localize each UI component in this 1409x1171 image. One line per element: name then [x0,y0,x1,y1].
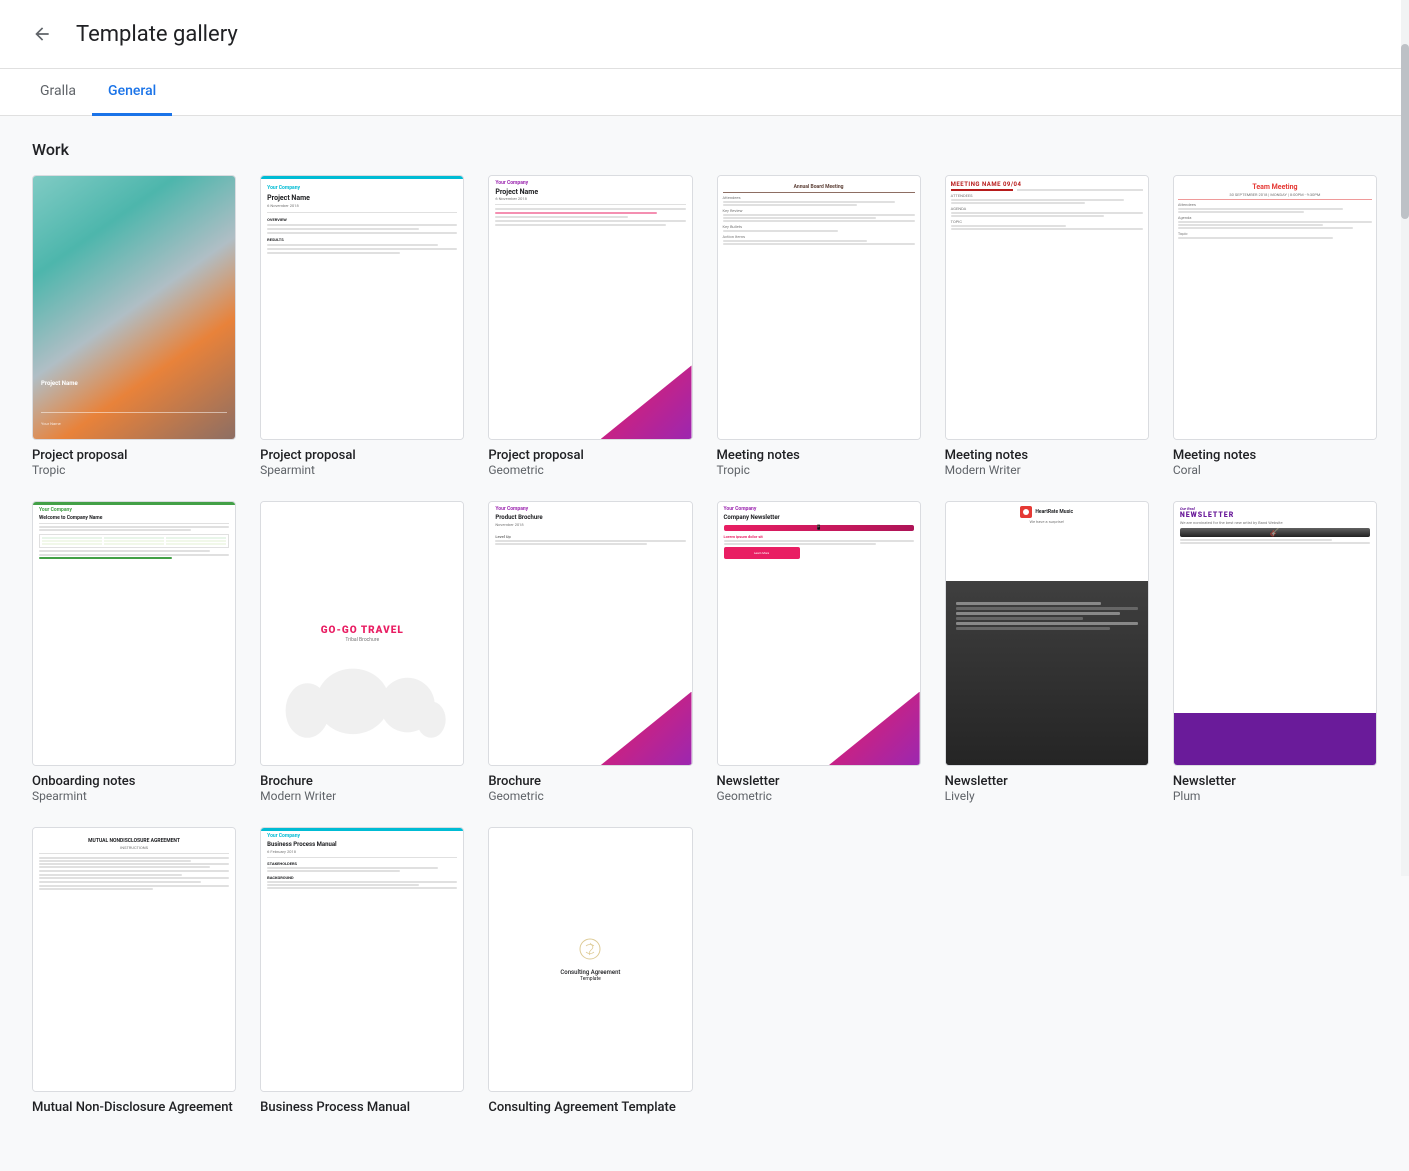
scrollbar-thumb[interactable] [1401,44,1409,219]
scrollbar-track [1401,0,1409,876]
template-meeting-notes-coral[interactable]: Team Meeting 30 SEPTEMBER 2018 | MONDAY … [1173,175,1377,477]
template-name: Newsletter [717,774,921,789]
template-name: Meeting notes [1173,448,1377,463]
template-sub: Spearmint [260,463,464,477]
template-newsletter-geometric[interactable]: Your Company Company Newsletter 📱 Lorem … [717,501,921,803]
template-thumb: Your Company Business Process Manual 6 F… [260,827,464,1092]
template-sub: Spearmint [32,789,236,803]
template-newsletter-lively[interactable]: HeartRate Music We have a surprise! [945,501,1149,803]
template-thumb: Your Company Welcome to Company Name [32,501,236,766]
template-name: Brochure [488,774,692,789]
template-thumb: HeartRate Music We have a surprise! [945,501,1149,766]
page-title: Template gallery [76,22,238,47]
template-thumb: GO-GO TRAVEL Tribal Brochure [260,501,464,766]
template-onboarding-notes[interactable]: Your Company Welcome to Company Name [32,501,236,803]
template-thumb: MUTUAL NONDISCLOSURE AGREEMENT INSTRUCTI… [32,827,236,1092]
tab-gralla[interactable]: Gralla [24,69,92,116]
template-name: Newsletter [1173,774,1377,789]
back-button[interactable] [24,16,60,52]
template-sub: Geometric [488,789,692,803]
template-newsletter-plum[interactable]: Our Real NEWSLETTER We are nominated for… [1173,501,1377,803]
template-nda[interactable]: MUTUAL NONDISCLOSURE AGREEMENT INSTRUCTI… [32,827,236,1115]
template-thumb: Your Company Company Newsletter 📱 Lorem … [717,501,921,766]
template-thumb: MEETING NAME 09/04 ATTENDEES AGENDA TOPI… [945,175,1149,440]
template-name: Business Process Manual [260,1100,464,1115]
main-content: Work Project Name Your Name Project prop… [0,116,1409,1171]
template-thumb: Our Real NEWSLETTER We are nominated for… [1173,501,1377,766]
template-thumb: Annual Board Meeting Attendees Key Revie… [717,175,921,440]
template-name: Project proposal [32,448,236,463]
template-sub: Modern Writer [945,463,1149,477]
template-thumb: Your Company Project Name 6 November 201… [260,175,464,440]
section-work-title: Work [32,140,1377,159]
template-project-proposal-geometric[interactable]: Your Company Project Name 6 November 201… [488,175,692,477]
template-sub: Tropic [32,463,236,477]
template-sub: Geometric [488,463,692,477]
template-thumb: Your Company Project Name 6 November 201… [488,175,692,440]
template-meeting-notes-tropic[interactable]: Annual Board Meeting Attendees Key Revie… [717,175,921,477]
template-name: Newsletter [945,774,1149,789]
template-brochure-geometric[interactable]: Your Company Product Brochure November 2… [488,501,692,803]
template-sub: Plum [1173,789,1377,803]
template-project-proposal-spearmint[interactable]: Your Company Project Name 6 November 201… [260,175,464,477]
template-brochure-modern[interactable]: GO-GO TRAVEL Tribal Brochure Brochur [260,501,464,803]
header: Template gallery [0,0,1409,69]
tabs-bar: Gralla General [0,69,1409,116]
template-sub: Modern Writer [260,789,464,803]
template-project-proposal-tropic[interactable]: Project Name Your Name Project proposal … [32,175,236,477]
template-name: Onboarding notes [32,774,236,789]
template-thumb: Project Name Your Name [32,175,236,440]
template-name: Consulting Agreement Template [488,1100,692,1115]
template-sub: Lively [945,789,1149,803]
template-name: Meeting notes [945,448,1149,463]
templates-grid: Project Name Your Name Project proposal … [32,175,1377,1115]
template-sub: Coral [1173,463,1377,477]
template-name: Project proposal [488,448,692,463]
template-consulting[interactable]: Consulting Agreement Template Consulting… [488,827,692,1115]
template-sub: Geometric [717,789,921,803]
template-name: Meeting notes [717,448,921,463]
template-thumb: Team Meeting 30 SEPTEMBER 2018 | MONDAY … [1173,175,1377,440]
template-name: Project proposal [260,448,464,463]
tab-general[interactable]: General [92,69,172,116]
back-icon [32,24,52,44]
template-thumb: Consulting Agreement Template [488,827,692,1092]
template-thumb: Your Company Product Brochure November 2… [488,501,692,766]
template-business-process[interactable]: Your Company Business Process Manual 6 F… [260,827,464,1115]
template-name: Mutual Non-Disclosure Agreement [32,1100,236,1115]
template-meeting-notes-modern[interactable]: MEETING NAME 09/04 ATTENDEES AGENDA TOPI… [945,175,1149,477]
template-name: Brochure [260,774,464,789]
template-sub: Tropic [717,463,921,477]
